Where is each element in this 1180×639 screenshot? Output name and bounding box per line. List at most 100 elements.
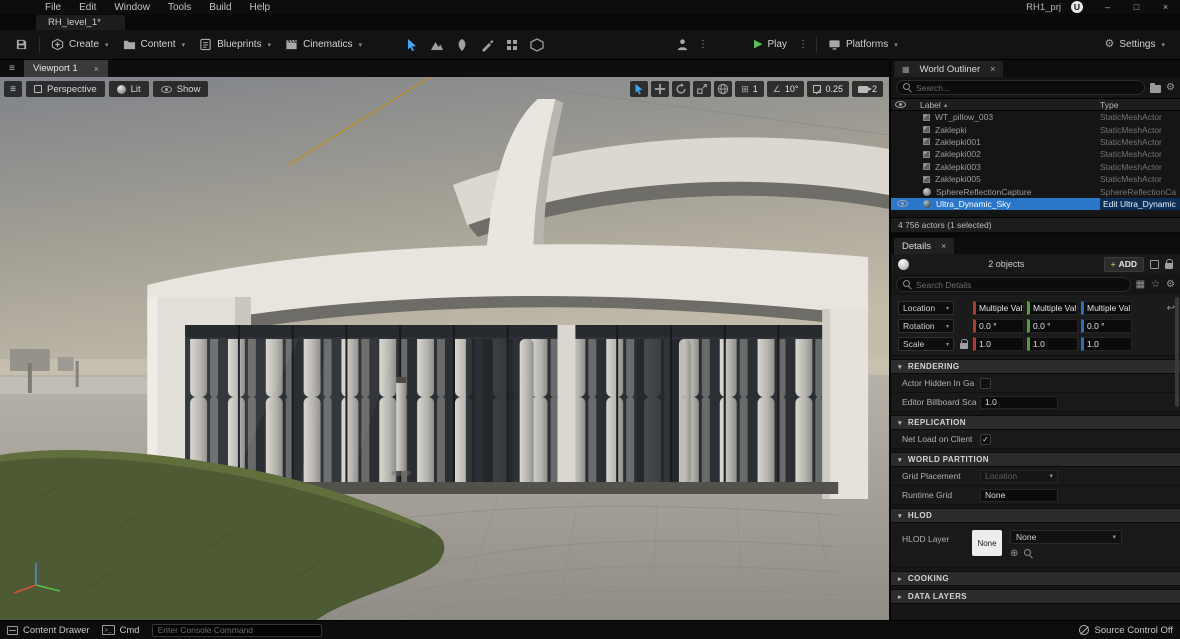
foliage-mode-button[interactable]: [449, 34, 474, 55]
browse-icon[interactable]: [1150, 259, 1160, 269]
add-folder-icon[interactable]: [1150, 82, 1162, 93]
settings-button[interactable]: ⚙ Settings ▾: [1097, 34, 1172, 56]
camera-speed-control[interactable]: 2: [851, 81, 883, 97]
kebab-menu-icon[interactable]: ⋮: [694, 39, 712, 50]
perspective-dropdown[interactable]: Perspective: [26, 81, 105, 97]
menu-edit[interactable]: Edit: [70, 0, 105, 14]
outliner-row[interactable]: SphereReflectionCapture SphereReflection…: [891, 185, 1180, 197]
menu-window[interactable]: Window: [105, 0, 159, 14]
minimize-button[interactable]: –: [1093, 0, 1122, 14]
fracture-mode-button[interactable]: [524, 34, 549, 55]
scale-lock-icon[interactable]: [959, 339, 968, 349]
section-replication[interactable]: ▾ REPLICATION: [891, 415, 1180, 430]
runtime-grid-field[interactable]: None: [980, 488, 1058, 502]
edit-blueprint-button[interactable]: Edit Ultra_Dynamic: [1100, 197, 1180, 211]
section-rendering[interactable]: ▾ RENDERING: [891, 359, 1180, 374]
outliner-row[interactable]: Zaklepki StaticMeshActor: [891, 123, 1180, 135]
add-asset-icon[interactable]: ⊕: [1010, 548, 1018, 559]
menu-file[interactable]: File: [36, 0, 70, 14]
tab-details[interactable]: Details ×: [894, 238, 955, 254]
net-load-checkbox[interactable]: ✓: [980, 433, 991, 445]
save-button[interactable]: [8, 34, 35, 56]
rotation-x-field[interactable]: 0.0 °: [973, 319, 1024, 333]
scale-dropdown[interactable]: Scale ▾: [898, 337, 954, 351]
outliner-row[interactable]: Zaklepki001 StaticMeshActor: [891, 136, 1180, 148]
source-control-button[interactable]: Source Control Off: [1079, 625, 1173, 636]
outliner-row[interactable]: Zaklepki003 StaticMeshActor: [891, 161, 1180, 173]
scale-x-field[interactable]: 1.0: [973, 337, 1024, 351]
outliner-settings-gear-icon[interactable]: ⚙: [1166, 82, 1175, 93]
content-drawer-button[interactable]: Content Drawer: [7, 625, 90, 636]
outliner-row[interactable]: Zaklepki002 StaticMeshActor: [891, 148, 1180, 160]
select-mode-button[interactable]: [399, 34, 424, 55]
viewport-3d-canvas[interactable]: ≡ Perspective Lit Show ⊞ 1 ∠ 10° 0.25 2: [0, 77, 889, 620]
display-options-icon[interactable]: ▦: [1136, 279, 1145, 290]
label-column-header[interactable]: Label ▴: [906, 100, 1100, 110]
close-icon[interactable]: ×: [94, 64, 99, 74]
visibility-column-eye-icon[interactable]: [895, 101, 906, 108]
scale-tool-button[interactable]: [693, 81, 712, 97]
lit-dropdown[interactable]: Lit: [108, 81, 149, 97]
select-tool-button[interactable]: [630, 81, 649, 97]
landscape-mode-button[interactable]: [424, 34, 449, 55]
section-data-layers[interactable]: ▸ DATA LAYERS: [891, 589, 1180, 604]
visibility-eye-icon[interactable]: [895, 200, 909, 208]
details-search-input[interactable]: [916, 279, 1124, 290]
tab-viewport-1[interactable]: Viewport 1 ×: [24, 60, 108, 77]
location-x-field[interactable]: Multiple Val: [973, 301, 1024, 315]
rotation-y-field[interactable]: 0.0 °: [1027, 319, 1078, 333]
play-options-kebab-icon[interactable]: ⋮: [794, 39, 812, 50]
scale-y-field[interactable]: 1.0: [1027, 337, 1078, 351]
actor-hidden-checkbox[interactable]: [980, 377, 991, 389]
reset-to-default-icon[interactable]: ↩: [1167, 304, 1175, 314]
cinematics-button[interactable]: Cinematics ▾: [278, 34, 369, 56]
details-scrollbar[interactable]: [1175, 297, 1179, 407]
modeling-mode-button[interactable]: [499, 34, 524, 55]
outliner-column-header[interactable]: Label ▴ Type: [891, 98, 1180, 111]
favorites-star-icon[interactable]: ☆: [1151, 279, 1160, 290]
platforms-button[interactable]: Platforms ▾: [821, 34, 905, 56]
type-column-header[interactable]: Type: [1100, 100, 1180, 110]
details-search-box[interactable]: [896, 277, 1131, 292]
hlod-none-chip[interactable]: None: [972, 530, 1002, 556]
scale-z-field[interactable]: 1.0: [1081, 337, 1132, 351]
world-local-toggle-button[interactable]: [714, 81, 733, 97]
cmd-button[interactable]: >_ Cmd: [101, 625, 140, 636]
billboard-scale-field[interactable]: 1.0: [980, 395, 1058, 409]
rotate-tool-button[interactable]: [672, 81, 691, 97]
location-y-field[interactable]: Multiple Val: [1027, 301, 1078, 315]
lock-icon[interactable]: [1165, 259, 1174, 269]
outliner-row[interactable]: WT_pillow_003 StaticMeshActor: [891, 111, 1180, 123]
viewport-menu-icon[interactable]: ≡: [0, 60, 24, 77]
outliner-row-selected[interactable]: Ultra_Dynamic_Sky Edit Ultra_Dynamic: [891, 197, 1180, 211]
viewport-options-menu-icon[interactable]: ≡: [4, 81, 22, 97]
close-button[interactable]: ×: [1151, 0, 1180, 14]
close-icon[interactable]: ×: [990, 64, 995, 74]
collaboration-button[interactable]: ⋮: [669, 34, 719, 56]
menu-build[interactable]: Build: [200, 0, 240, 14]
grid-placement-dropdown[interactable]: Location ▾: [980, 469, 1058, 483]
location-z-field[interactable]: Multiple Val: [1081, 301, 1132, 315]
content-button[interactable]: Content ▾: [116, 34, 193, 56]
rotation-z-field[interactable]: 0.0 °: [1081, 319, 1132, 333]
blueprints-button[interactable]: Blueprints ▾: [192, 34, 278, 56]
create-button[interactable]: Create ▾: [44, 34, 116, 56]
tab-level[interactable]: RH_level_1*: [36, 15, 125, 30]
show-dropdown[interactable]: Show: [152, 81, 209, 97]
scale-snap-control[interactable]: 0.25: [807, 81, 849, 97]
outliner-search-input[interactable]: [916, 82, 1139, 93]
console-command-input[interactable]: [151, 623, 322, 637]
outliner-row[interactable]: Zaklepki005 StaticMeshActor: [891, 173, 1180, 185]
section-cooking[interactable]: ▸ COOKING: [891, 571, 1180, 586]
move-tool-button[interactable]: [651, 81, 670, 97]
rotation-snap-control[interactable]: ∠ 10°: [766, 81, 805, 97]
mesh-paint-mode-button[interactable]: [474, 34, 499, 55]
rotation-dropdown[interactable]: Rotation ▾: [898, 319, 954, 333]
maximize-button[interactable]: □: [1122, 0, 1151, 14]
add-component-button[interactable]: + ADD: [1103, 256, 1145, 272]
play-button[interactable]: ▶ Play: [747, 34, 794, 56]
close-icon[interactable]: ×: [941, 241, 946, 251]
menu-tools[interactable]: Tools: [159, 0, 200, 14]
section-hlod[interactable]: ▾ HLOD: [891, 508, 1180, 523]
location-dropdown[interactable]: Location ▾: [898, 301, 954, 315]
